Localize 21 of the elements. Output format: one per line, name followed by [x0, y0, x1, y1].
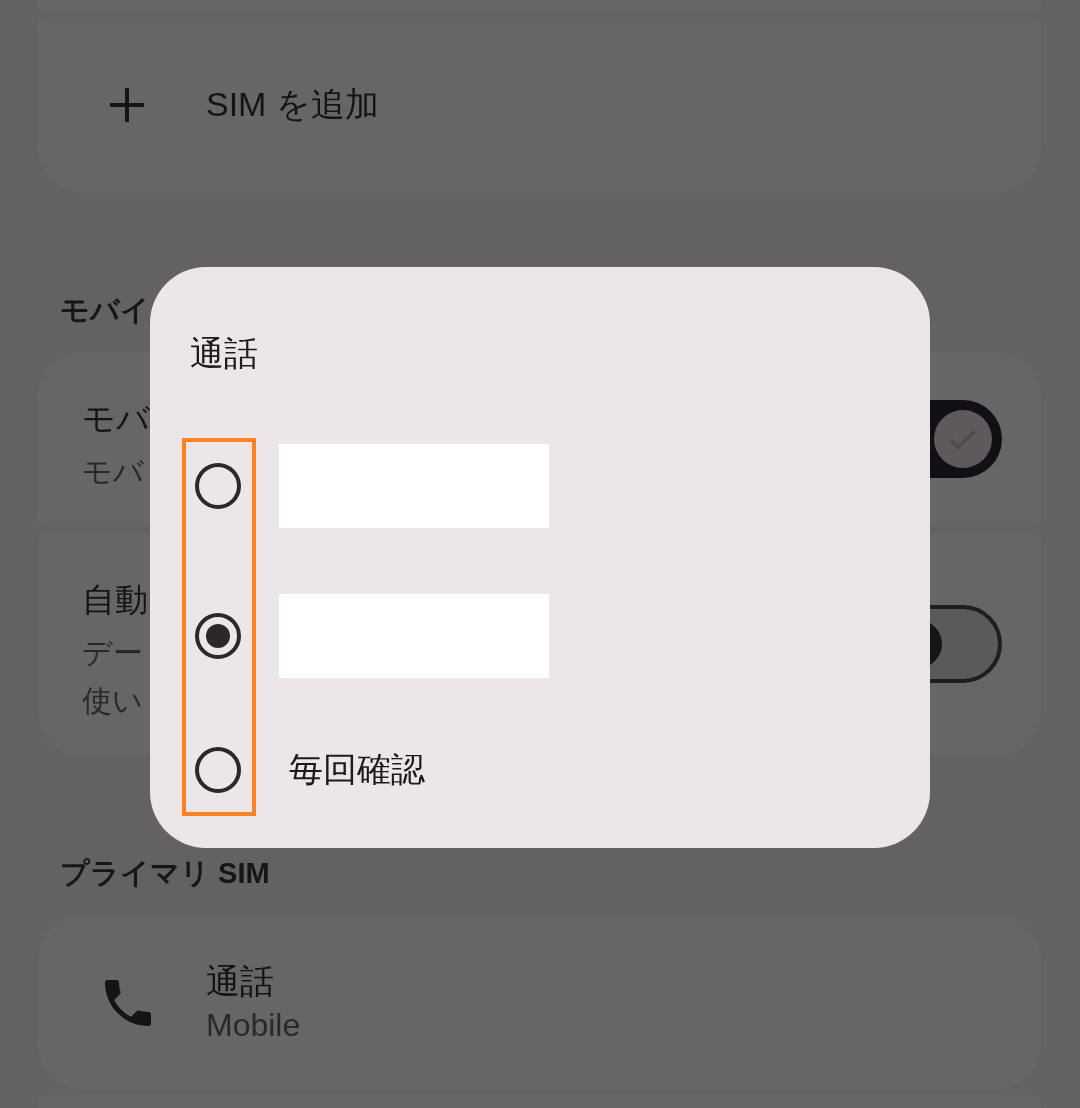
add-sim-label: SIM を追加: [206, 84, 379, 125]
radio-button[interactable]: [195, 463, 241, 509]
item-subtitle: デー: [82, 635, 143, 671]
dialog-title: 通話: [190, 333, 258, 373]
section-heading: モバイ: [60, 293, 150, 328]
item-subtitle: 使い: [82, 683, 143, 719]
item-title: 自動: [82, 580, 148, 620]
add-sim-card[interactable]: SIM を追加: [38, 17, 1041, 193]
toggle-switch[interactable]: [930, 604, 1002, 683]
item-subtitle: Mobile: [206, 1005, 301, 1045]
settings-card[interactable]: 通話 Mobile: [38, 915, 1041, 1090]
item-subtitle: モバ: [82, 454, 144, 490]
toggle-switch[interactable]: [930, 399, 1002, 478]
radio-button[interactable]: [195, 747, 241, 793]
option-label: 毎回確認: [289, 749, 425, 790]
item-title: 通話: [206, 960, 274, 1002]
phone-icon: [105, 979, 151, 1026]
section-heading: プライマリ SIM: [60, 856, 270, 891]
item-title: モバ: [82, 399, 150, 439]
radio-button[interactable]: [195, 613, 241, 659]
plus-icon: [110, 88, 144, 122]
